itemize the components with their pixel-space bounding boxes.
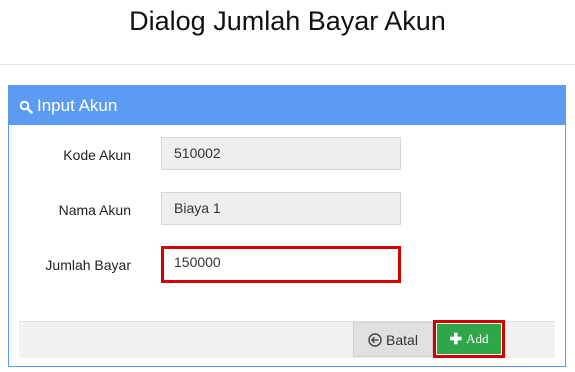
- kode-akun-field[interactable]: 510002: [161, 137, 401, 170]
- add-button[interactable]: ✚ Add: [437, 324, 501, 354]
- add-button-highlight: ✚ Add: [433, 320, 505, 358]
- circle-arrow-left-icon: [368, 332, 382, 347]
- batal-button[interactable]: Batal: [353, 322, 433, 357]
- search-icon: [19, 99, 33, 114]
- nama-akun-field[interactable]: Biaya 1: [161, 192, 401, 225]
- jumlah-bayar-field[interactable]: 150000: [161, 246, 401, 283]
- jumlah-bayar-label: Jumlah Bayar: [45, 257, 131, 273]
- plus-icon: ✚: [449, 331, 463, 348]
- batal-button-label: Batal: [386, 331, 418, 348]
- panel-heading: Input Akun: [9, 86, 565, 125]
- kode-akun-label: Kode Akun: [63, 147, 131, 163]
- add-button-label: Add: [466, 331, 489, 346]
- input-akun-panel: Input Akun Kode Akun 510002 Nama Akun Bi…: [8, 85, 566, 367]
- title-divider: [0, 64, 575, 65]
- panel-heading-label: Input Akun: [37, 95, 118, 115]
- panel-footer: Batal ✚ Add: [19, 320, 555, 358]
- nama-akun-label: Nama Akun: [58, 202, 131, 218]
- dialog-title: Dialog Jumlah Bayar Akun: [129, 6, 446, 36]
